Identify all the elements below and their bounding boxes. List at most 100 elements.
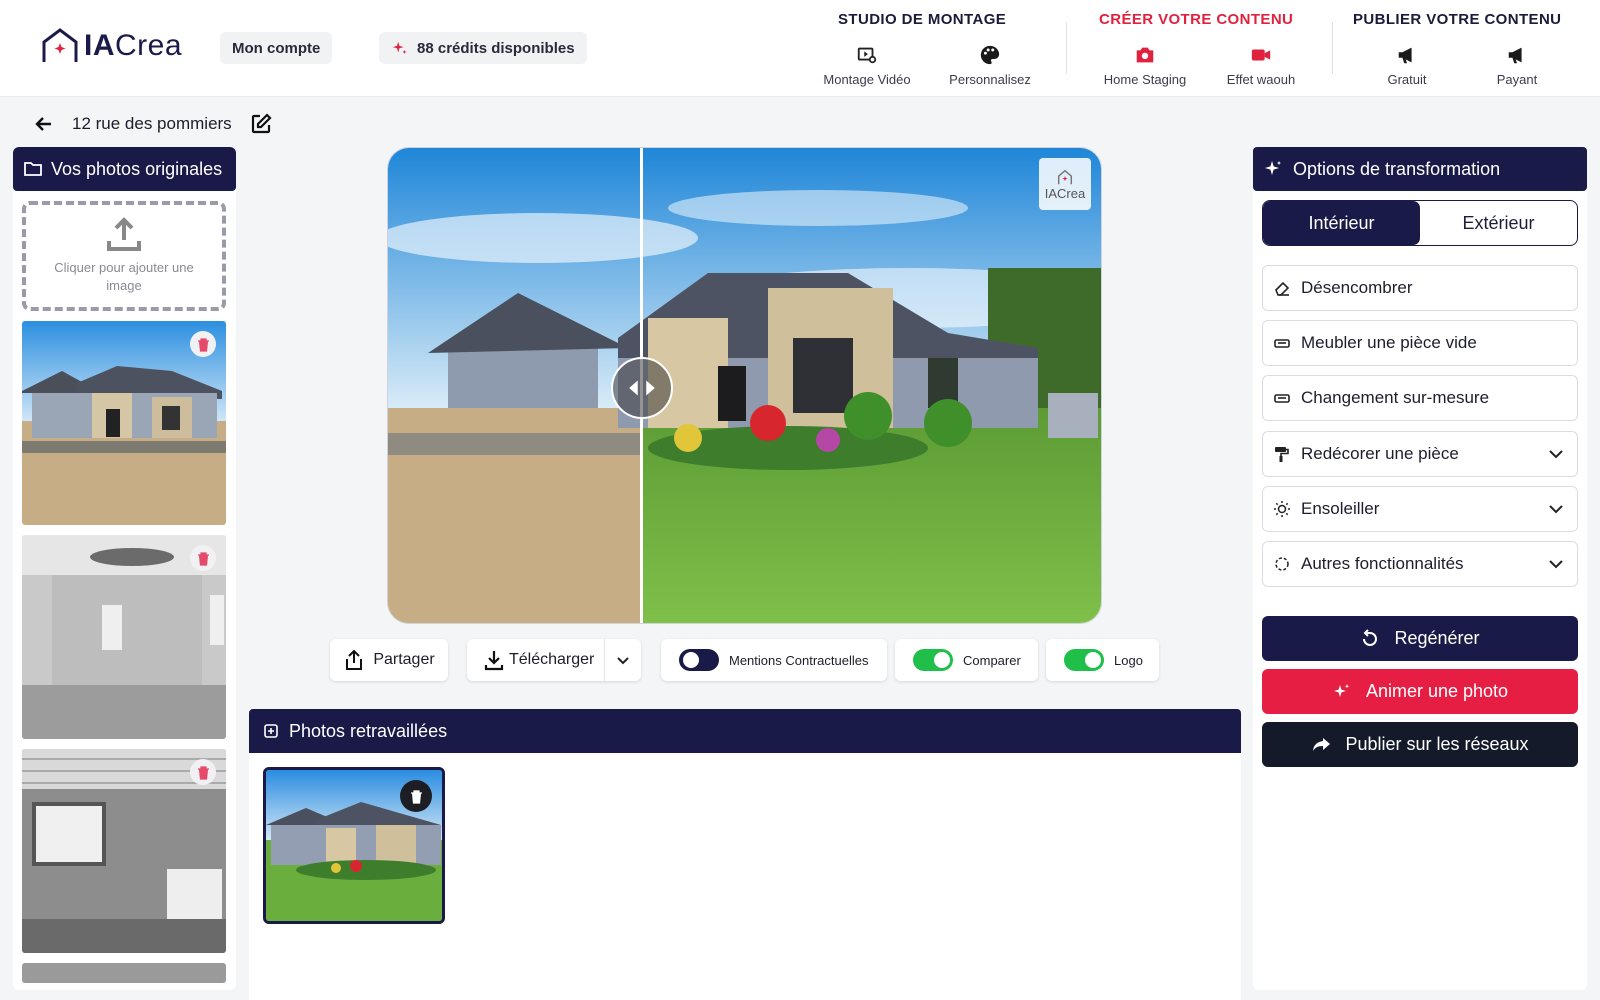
photo-thumbnail-exterior[interactable] [22,321,226,525]
nav-label: Effet waouh [1226,72,1296,87]
animate-photo-button[interactable]: Animer une photo [1262,669,1578,714]
nav-effet-waouh[interactable]: Effet waouh [1211,44,1311,87]
tab-exterieur[interactable]: Extérieur [1420,201,1577,245]
paint-roller-icon [1275,447,1289,462]
option-label: Redécorer une pièce [1301,444,1459,463]
nav-home-staging[interactable]: Home Staging [1095,44,1195,87]
nav-divider [1066,22,1067,74]
nav-montage-video[interactable]: Montage Vidéo [817,44,917,87]
share-icon [346,649,363,670]
retouched-photo-thumbnail[interactable] [263,767,445,924]
publish-social-button[interactable]: Publier sur les réseaux [1262,722,1578,767]
transformation-options-header: Options de transformation [1253,147,1587,191]
download-options-dropdown[interactable] [605,639,641,681]
sparkle-icon [1265,161,1281,175]
original-photos-panel: Vos photos originales Cliquer pour ajout… [13,147,236,990]
photo-thumbnail-bedroom[interactable] [22,535,226,739]
tab-interieur[interactable]: Intérieur [1263,201,1420,245]
group-title-creer: CRÉER VOTRE CONTENU [1099,11,1294,28]
megaphone-icon [1398,47,1412,64]
refresh-icon [1363,628,1378,646]
sun-icon [1274,501,1290,517]
option-autres[interactable]: Autres fonctionnalités [1262,541,1578,587]
download-icon [484,651,504,671]
share-arrow-icon [1313,737,1331,751]
edit-icon[interactable] [250,113,272,135]
download-label: Télécharger [509,651,595,668]
download-button-group: Télécharger [467,639,641,681]
video-edit-icon [857,47,877,64]
upload-text: Cliquer pour ajouter une image [54,260,194,293]
action-label: Publier sur les réseaux [1345,734,1529,754]
toggle-switch[interactable] [913,649,953,671]
mentions-toggle[interactable]: Mentions Contractuelles [661,639,887,681]
delete-photo-button[interactable] [190,759,216,785]
retouched-photos-panel: Photos retravaillées [249,709,1241,1000]
compare-toggle[interactable]: Comparer [895,639,1038,681]
group-title-studio: STUDIO DE MONTAGE [838,11,1007,28]
comparison-viewer[interactable]: IACrea [387,147,1102,624]
account-button[interactable]: Mon compte [220,32,333,64]
back-arrow-icon[interactable] [34,114,54,134]
option-desencombrer[interactable]: Désencombrer [1262,265,1578,311]
image-plus-icon [264,724,278,738]
trash-icon [197,551,209,566]
toggle-label: Comparer [963,652,1021,668]
nav-gratuit[interactable]: Gratuit [1357,44,1457,87]
house-logo-icon [1057,169,1073,184]
slider-handle[interactable] [611,357,673,419]
nav-divider [1332,22,1333,74]
transformation-options-panel: Options de transformation Intérieur Exté… [1253,147,1587,990]
before-after-image [388,148,1101,623]
chevron-down-icon [617,657,629,665]
panel-title: Options de transformation [1293,158,1501,179]
option-label: Autres fonctionnalités [1301,554,1464,573]
brand-name: IACrea [84,29,183,62]
option-ensoleiller[interactable]: Ensoleiller [1262,486,1578,532]
megaphone-icon [1508,47,1522,64]
photo-thumbnail-partial[interactable] [22,963,226,983]
palette-icon [980,45,1000,65]
delete-retouched-photo-button[interactable] [400,780,432,812]
share-button[interactable]: Partager [330,639,448,681]
nav-label: Personnalisez [949,72,1031,87]
photo-thumbnail-kitchen[interactable] [22,749,226,953]
download-button[interactable]: Télécharger [467,639,605,681]
brand-logo[interactable]: IACrea [40,24,182,68]
toggle-switch[interactable] [1064,649,1104,671]
upload-dropzone[interactable]: Cliquer pour ajouter une image [22,201,226,311]
left-right-arrows-icon [629,380,655,396]
nav-label: Gratuit [1387,72,1427,87]
retouched-photos-header: Photos retravaillées [249,709,1241,753]
sparkle-icon [392,41,407,55]
delete-photo-button[interactable] [190,331,216,357]
watermark-text: IACrea [1044,185,1086,201]
option-changement[interactable]: Changement sur-mesure [1262,375,1578,421]
credits-label: 88 crédits disponibles [417,39,575,57]
retouched-title: Photos retravaillées [289,720,448,741]
delete-photo-button[interactable] [190,545,216,571]
watermark-logo: IACrea [1039,158,1091,210]
share-label: Partager [373,651,435,668]
nav-label: Home Staging [1103,72,1187,87]
option-label: Changement sur-mesure [1301,388,1490,407]
toggle-label: Logo [1114,652,1143,668]
nav-personnalisez[interactable]: Personnalisez [940,44,1040,87]
toggle-label: Mentions Contractuelles [729,652,869,668]
eraser-icon [1275,281,1290,296]
credits-badge[interactable]: 88 crédits disponibles [379,32,587,64]
toggle-switch[interactable] [679,649,719,671]
logo-toggle[interactable]: Logo [1046,639,1159,681]
option-redecorer[interactable]: Redécorer une pièce [1262,431,1578,477]
house-logo-icon [42,28,78,62]
action-label: Regénérer [1394,628,1480,648]
option-meubler[interactable]: Meubler une pièce vide [1262,320,1578,366]
nav-payant[interactable]: Payant [1467,44,1567,87]
room-type-segmented-control: Intérieur Extérieur [1262,200,1578,246]
regenerate-button[interactable]: Regénérer [1262,616,1578,661]
chevron-down-icon [1549,505,1563,514]
panel-title: Vos photos originales [51,158,223,179]
nav-label: Montage Vidéo [823,72,911,87]
sofa-icon [1274,339,1290,348]
trash-icon [197,765,209,780]
